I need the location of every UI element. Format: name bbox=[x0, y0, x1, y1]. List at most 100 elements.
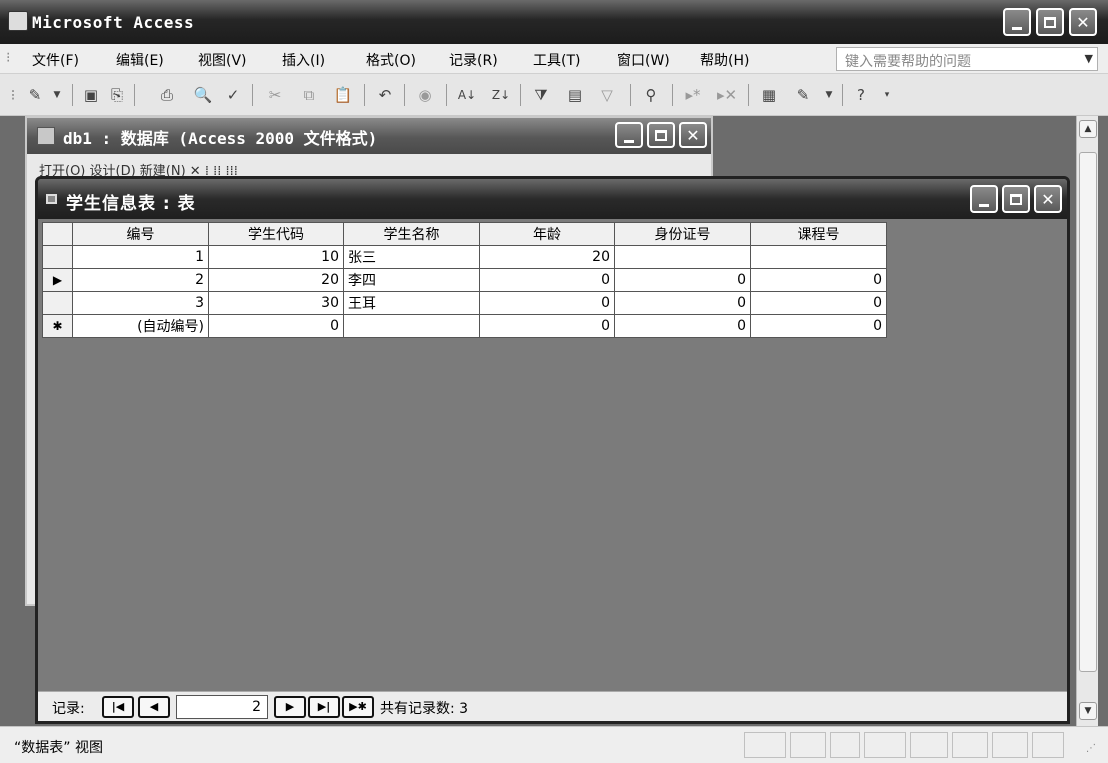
cell-student-name[interactable]: 王耳 bbox=[343, 291, 480, 315]
cell-student-code[interactable]: 20 bbox=[208, 268, 344, 292]
undo-icon[interactable]: ↶ bbox=[374, 84, 396, 106]
new-record-button[interactable]: ▶✱ bbox=[342, 696, 374, 718]
cell-id-card[interactable]: 0 bbox=[614, 314, 751, 338]
db-minimize-button[interactable] bbox=[615, 122, 643, 148]
spelling-icon[interactable]: ✓ bbox=[222, 84, 244, 106]
cell-age[interactable]: 0 bbox=[479, 291, 615, 315]
menu-insert[interactable]: 插入(I) bbox=[282, 50, 325, 70]
db-maximize-button[interactable] bbox=[647, 122, 675, 148]
menu-records[interactable]: 记录(R) bbox=[449, 50, 498, 70]
cell-age[interactable]: 0 bbox=[479, 268, 615, 292]
first-record-button[interactable]: |◀ bbox=[102, 696, 134, 718]
table-datasheet-window[interactable]: 学生信息表 : 表 ✕ 编号 学生代码 学生名称 年龄 身份证号 课程号 1 1… bbox=[35, 176, 1070, 724]
hyperlink-icon[interactable]: ◉ bbox=[414, 84, 436, 106]
filter-by-form-icon[interactable]: ▤ bbox=[564, 84, 586, 106]
select-all-corner[interactable] bbox=[42, 222, 73, 246]
print-preview-icon[interactable]: 🔍 bbox=[192, 84, 214, 106]
record-selector[interactable] bbox=[42, 291, 73, 315]
access-app-icon[interactable] bbox=[8, 11, 28, 31]
copy-icon[interactable]: ⧉ bbox=[298, 84, 320, 106]
cell-student-name[interactable] bbox=[343, 314, 480, 338]
cell-student-code[interactable]: 30 bbox=[208, 291, 344, 315]
table-row[interactable]: ▶ 2 20 李四 0 0 0 bbox=[42, 268, 887, 292]
menu-help[interactable]: 帮助(H) bbox=[700, 50, 749, 70]
menu-view[interactable]: 视图(V) bbox=[198, 50, 247, 70]
record-selector[interactable] bbox=[42, 245, 73, 269]
cell-student-name[interactable]: 张三 bbox=[343, 245, 480, 269]
scrollbar-thumb[interactable] bbox=[1079, 152, 1097, 672]
previous-record-button[interactable]: ◀ bbox=[138, 696, 170, 718]
print-icon[interactable]: ⎙ bbox=[156, 84, 178, 106]
cell-course-id[interactable]: 0 bbox=[750, 291, 887, 315]
datasheet-grid[interactable]: 编号 学生代码 学生名称 年龄 身份证号 课程号 1 10 张三 20 ▶ 2 bbox=[42, 222, 887, 338]
menu-window[interactable]: 窗口(W) bbox=[617, 50, 670, 70]
app-close-button[interactable]: ✕ bbox=[1069, 8, 1097, 36]
paste-icon[interactable]: 📋 bbox=[332, 84, 354, 106]
cell-id[interactable]: (自动编号) bbox=[72, 314, 209, 338]
vertical-scrollbar[interactable]: ▲ ▼ bbox=[1076, 116, 1098, 726]
new-record-icon[interactable]: ▸* bbox=[682, 84, 704, 106]
current-record-indicator[interactable]: ▶ bbox=[42, 268, 73, 292]
cell-id[interactable]: 1 bbox=[72, 245, 209, 269]
new-record-row[interactable]: ✱ (自动编号) 0 0 0 0 bbox=[42, 314, 887, 338]
cell-age[interactable]: 0 bbox=[479, 314, 615, 338]
table-window-title-bar[interactable]: 学生信息表 : 表 ✕ bbox=[38, 179, 1067, 219]
cell-student-name[interactable]: 李四 bbox=[343, 268, 480, 292]
column-header-student-code[interactable]: 学生代码 bbox=[208, 222, 344, 246]
cell-id-card[interactable]: 0 bbox=[614, 291, 751, 315]
db-close-button[interactable]: ✕ bbox=[679, 122, 707, 148]
cell-id[interactable]: 3 bbox=[72, 291, 209, 315]
apply-filter-icon[interactable]: ▽ bbox=[596, 84, 618, 106]
save-icon[interactable]: ▣ bbox=[80, 84, 102, 106]
cell-course-id[interactable] bbox=[750, 245, 887, 269]
new-record-indicator[interactable]: ✱ bbox=[42, 314, 73, 338]
dropdown-arrow-icon[interactable]: ▼ bbox=[1085, 52, 1093, 65]
column-header-id[interactable]: 编号 bbox=[72, 222, 209, 246]
cell-id[interactable]: 2 bbox=[72, 268, 209, 292]
database-window-icon[interactable]: ▦ bbox=[758, 84, 780, 106]
menu-tools[interactable]: 工具(T) bbox=[533, 50, 580, 70]
cell-id-card-editing[interactable]: 0 bbox=[614, 268, 751, 292]
new-object-dropdown-icon[interactable]: ▼ bbox=[818, 84, 840, 106]
scroll-up-icon[interactable]: ▲ bbox=[1079, 120, 1097, 138]
table-row[interactable]: 1 10 张三 20 bbox=[42, 245, 887, 269]
sort-ascending-icon[interactable]: A↓ bbox=[456, 84, 478, 106]
last-record-button[interactable]: ▶| bbox=[308, 696, 340, 718]
app-title-bar[interactable]: Microsoft Access ✕ bbox=[0, 0, 1108, 44]
cell-age[interactable]: 20 bbox=[479, 245, 615, 269]
menu-format[interactable]: 格式(O) bbox=[366, 50, 416, 70]
new-object-icon[interactable]: ✎ bbox=[792, 84, 814, 106]
table-maximize-button[interactable] bbox=[1002, 185, 1030, 213]
toolbar-options-icon[interactable]: ▾ bbox=[876, 84, 898, 106]
column-header-age[interactable]: 年龄 bbox=[479, 222, 615, 246]
cell-student-code[interactable]: 10 bbox=[208, 245, 344, 269]
view-mode-icon[interactable]: ✎ bbox=[24, 84, 46, 106]
view-dropdown-icon[interactable]: ▼ bbox=[46, 84, 68, 106]
filter-by-selection-icon[interactable]: ⧩ bbox=[530, 84, 552, 106]
help-icon[interactable]: ? bbox=[850, 84, 872, 106]
cut-icon[interactable]: ✂ bbox=[264, 84, 286, 106]
sort-descending-icon[interactable]: Z↓ bbox=[490, 84, 512, 106]
table-row[interactable]: 3 30 王耳 0 0 0 bbox=[42, 291, 887, 315]
help-question-input[interactable]: 键入需要帮助的问题 ▼ bbox=[836, 47, 1098, 71]
scroll-down-icon[interactable]: ▼ bbox=[1079, 702, 1097, 720]
current-record-input[interactable] bbox=[176, 695, 268, 719]
resize-grip-icon[interactable]: ⋰ bbox=[1086, 743, 1096, 754]
delete-record-icon[interactable]: ▸✕ bbox=[716, 84, 738, 106]
cell-student-code[interactable]: 0 bbox=[208, 314, 344, 338]
database-window-title-bar[interactable]: db1 : 数据库 (Access 2000 文件格式) ✕ bbox=[27, 118, 711, 154]
column-header-id-card[interactable]: 身份证号 bbox=[614, 222, 751, 246]
menu-file[interactable]: 文件(F) bbox=[32, 50, 79, 70]
next-record-button[interactable]: ▶ bbox=[274, 696, 306, 718]
column-header-course-id[interactable]: 课程号 bbox=[750, 222, 887, 246]
file-search-icon[interactable]: ⎘ bbox=[106, 84, 128, 106]
column-header-student-name[interactable]: 学生名称 bbox=[343, 222, 480, 246]
app-maximize-button[interactable] bbox=[1036, 8, 1064, 36]
cell-id-card[interactable] bbox=[614, 245, 751, 269]
table-close-button[interactable]: ✕ bbox=[1034, 185, 1062, 213]
menu-edit[interactable]: 编辑(E) bbox=[116, 50, 164, 70]
cell-course-id[interactable]: 0 bbox=[750, 314, 887, 338]
cell-course-id[interactable]: 0 bbox=[750, 268, 887, 292]
find-icon[interactable]: ⚲ bbox=[640, 84, 662, 106]
table-minimize-button[interactable] bbox=[970, 185, 998, 213]
